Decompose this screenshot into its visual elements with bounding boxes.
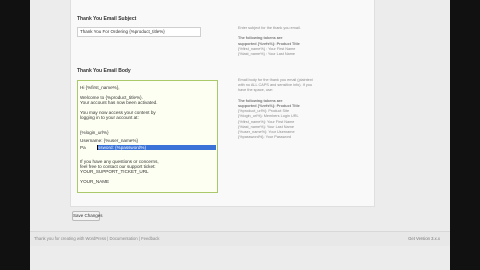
left-letterbox — [0, 0, 30, 270]
settings-panel: Thank You Email Subject Thank You For Or… — [70, 0, 375, 207]
body-section-title: Thank You Email Body — [77, 68, 131, 74]
email-subject-input[interactable]: Thank You For Ordering {%product_title%} — [77, 27, 201, 37]
selected-text: ssword: {%password%} — [98, 145, 147, 150]
email-body-textarea[interactable]: Hi {%first_name%}, Welcome to {%product_… — [77, 80, 218, 193]
text-cursor — [97, 145, 98, 150]
right-letterbox — [450, 0, 480, 270]
admin-screen: Thank You Email Subject Thank You For Or… — [30, 0, 450, 270]
footer-version[interactable]: Get Version 3.x.x — [408, 236, 440, 241]
admin-footer: Thank you for creating with WordPress | … — [30, 231, 450, 246]
subject-help-text: Enter subject for the thank you email. T… — [238, 26, 301, 57]
body-help-text: Email body for the thank you email (plai… — [238, 78, 313, 140]
subject-section-title: Thank You Email Subject — [77, 16, 137, 22]
footer-credits[interactable]: Thank you for creating with WordPress | … — [34, 236, 159, 241]
save-changes-button[interactable]: Save Changes — [72, 211, 103, 221]
